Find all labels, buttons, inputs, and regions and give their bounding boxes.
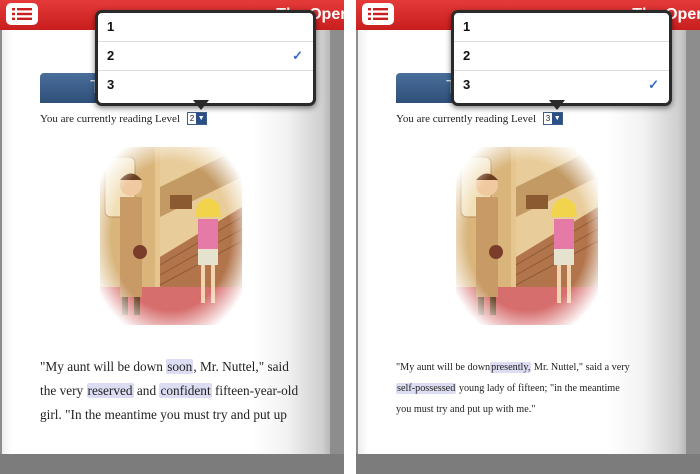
level-option-label: 1 [463,19,471,34]
level-option-label: 1 [107,19,115,34]
left-screen: The Open T You are currently reading Lev… [0,0,344,474]
story-text-segment: , Mr. Nuttel," said [193,359,289,374]
illustration-image [100,147,242,325]
story-text-segment: "My aunt will be down [396,362,491,373]
checkmark-icon: ✓ [648,77,659,92]
list-icon [12,8,32,20]
triangle-down-icon: ▼ [552,113,563,124]
story-text-segment: "My aunt will be down [40,359,167,374]
story-text: "My aunt will be down soon, Mr. Nuttel,"… [40,355,298,427]
level-dropdown: 1 2 ✓ 3 [95,10,316,106]
vocab-highlight[interactable]: confident [159,383,212,398]
level-option-1[interactable]: 1 [98,13,313,42]
story-line: the very reserved and confident fifteen-… [40,379,298,403]
story-line: girl. "In the meantime you must try and … [40,403,298,427]
story-illustration [456,147,598,325]
checkmark-icon: ✓ [292,48,303,63]
story-line: "My aunt will be down soon, Mr. Nuttel,"… [40,355,298,379]
bottom-bar [356,454,700,474]
level-dropdown: 1 2 3 ✓ [451,10,672,106]
level-select[interactable]: 3 ▼ [542,112,564,125]
illustration-image [456,147,598,325]
vocab-highlight[interactable]: soon [166,359,194,374]
story-illustration [100,147,242,325]
right-screen: The Open T You are currently reading Lev… [356,0,700,474]
menu-button[interactable] [6,3,38,25]
level-select-value: 2 [189,114,195,123]
dropdown-pointer [193,100,209,110]
menu-button[interactable] [362,3,394,25]
level-select[interactable]: 2 ▼ [186,112,208,125]
level-option-3[interactable]: 3 ✓ [454,71,669,99]
level-indicator: You are currently reading Level 3 ▼ [396,112,564,126]
level-option-label: 3 [463,77,471,92]
level-select-value: 3 [545,114,551,123]
story-text-segment: young lady of fifteen; "in the meantime [456,383,620,394]
level-indicator: You are currently reading Level 2 ▼ [40,112,208,126]
vocab-highlight[interactable]: reserved [86,383,134,398]
story-line: you must try and put up with me." [396,399,630,420]
vocab-highlight[interactable]: self-possessed [396,383,457,394]
list-icon [368,8,388,20]
level-option-2[interactable]: 2 [454,42,669,71]
story-text-segment: you must try and put up with me." [396,404,536,415]
story-line: self-possessed young lady of fifteen; "i… [396,378,630,399]
triangle-down-icon: ▼ [196,113,207,124]
story-line: "My aunt will be downpresently, Mr. Nutt… [396,357,630,378]
level-option-2[interactable]: 2 ✓ [98,42,313,71]
story-text-segment: and [133,383,160,398]
level-option-1[interactable]: 1 [454,13,669,42]
bottom-bar [0,454,344,474]
level-option-label: 2 [107,48,115,63]
level-option-label: 2 [463,48,471,63]
level-prefix: You are currently reading Level [396,113,536,126]
level-option-label: 3 [107,77,115,92]
story-text: "My aunt will be downpresently, Mr. Nutt… [396,357,630,420]
story-text-segment: girl. "In the meantime you must try and … [40,407,287,422]
story-text-segment: Mr. Nuttel," said a very [531,362,630,373]
dropdown-pointer [549,100,565,110]
story-text-segment: the very [40,383,87,398]
level-option-3[interactable]: 3 [98,71,313,99]
level-prefix: You are currently reading Level [40,113,180,126]
story-text-segment: fifteen-year-old [211,383,299,398]
vocab-highlight[interactable]: presently, [490,362,532,373]
